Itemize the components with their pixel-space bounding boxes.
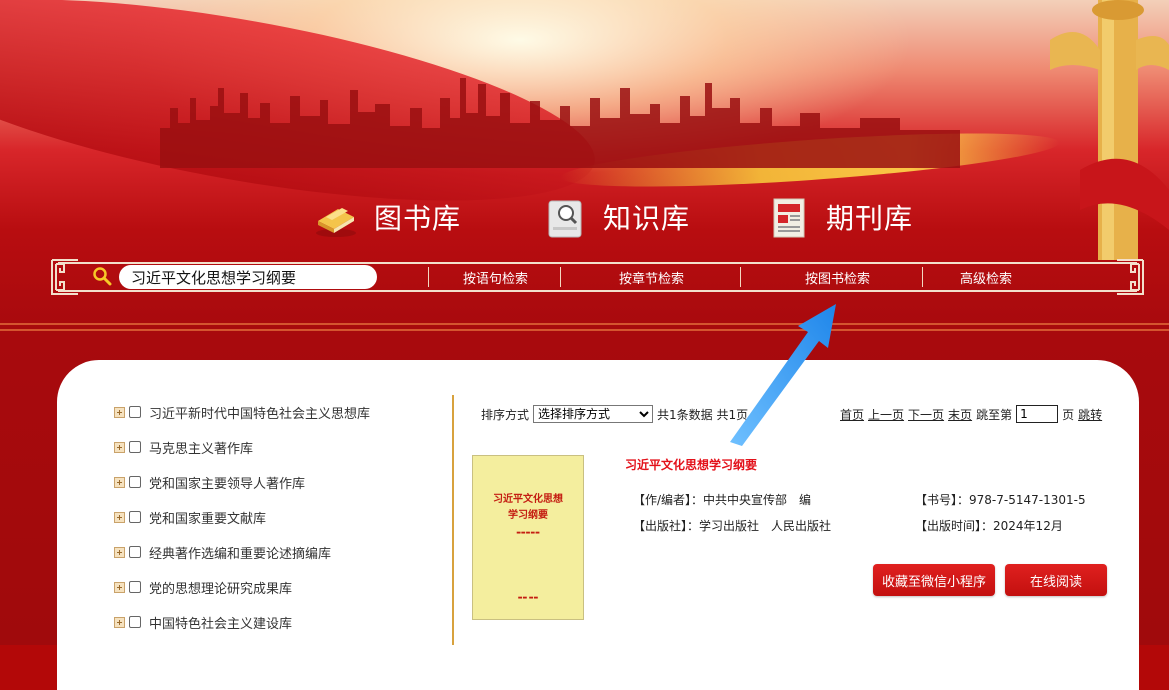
cover-author-mark: ▬▬▬▬▬ bbox=[516, 530, 540, 536]
category-knowledge[interactable]: 知识库 bbox=[541, 192, 690, 242]
category-journals[interactable]: 期刊库 bbox=[764, 192, 913, 242]
cover-title: 习近平文化思想 学习纲要 bbox=[473, 492, 583, 524]
expand-plus-icon[interactable] bbox=[114, 511, 125, 523]
expand-plus-icon[interactable] bbox=[114, 476, 125, 488]
frame-corner-ornament-left bbox=[51, 259, 78, 295]
pubdate-value: 2024年12月 bbox=[993, 519, 1063, 533]
tree-item[interactable]: 中国特色社会主义建设库 bbox=[114, 612, 292, 632]
search-mode-sentence[interactable]: 按语句检索 bbox=[463, 268, 528, 287]
tree-checkbox[interactable] bbox=[129, 406, 141, 418]
tree-item[interactable]: 经典著作选编和重要论述摘编库 bbox=[114, 542, 331, 562]
tree-item-label: 中国特色社会主义建设库 bbox=[149, 616, 293, 632]
huabiao-pillar-graphic bbox=[1050, 0, 1169, 260]
search-mode-book[interactable]: 按图书检索 bbox=[805, 268, 870, 287]
read-online-button[interactable]: 在线阅读 bbox=[1005, 564, 1107, 596]
first-page-link[interactable]: 首页 bbox=[840, 406, 864, 423]
book-author: 【作/编者】：中共中央宣传部 编 bbox=[633, 491, 811, 508]
tree-item-label: 习近平新时代中国特色社会主义思想库 bbox=[149, 406, 371, 422]
book-title-link[interactable]: 习近平文化思想学习纲要 bbox=[625, 456, 757, 473]
search-bar: 按语句检索 按章节检索 按图书检索 高级检索 bbox=[50, 258, 1145, 296]
search-mode-chapter[interactable]: 按章节检索 bbox=[619, 268, 684, 287]
expand-plus-icon[interactable] bbox=[114, 546, 125, 558]
tree-checkbox[interactable] bbox=[129, 476, 141, 488]
pubdate-label: 【出版时间】： bbox=[915, 519, 994, 533]
jump-link[interactable]: 跳转 bbox=[1078, 406, 1102, 423]
tree-checkbox[interactable] bbox=[129, 511, 141, 523]
cover-title-line: 学习纲要 bbox=[508, 510, 548, 521]
expand-plus-icon[interactable] bbox=[114, 406, 125, 418]
sort-toolbar: 排序方式 选择排序方式 共1条数据 共1页 bbox=[481, 405, 748, 423]
sort-label: 排序方式 bbox=[481, 407, 530, 422]
search-mode-divider bbox=[560, 267, 561, 287]
goto-prefix: 跳至第 bbox=[976, 407, 1013, 422]
expand-plus-icon[interactable] bbox=[114, 581, 125, 593]
book-cover[interactable]: 习近平文化思想 学习纲要 ▬▬▬▬▬ ▬▬ ▬▬ bbox=[472, 455, 584, 620]
book-icon bbox=[316, 208, 356, 237]
search-mode-divider bbox=[740, 267, 741, 287]
tree-checkbox[interactable] bbox=[129, 616, 141, 628]
book-pubdate: 【出版时间】：2024年12月 bbox=[915, 517, 1063, 534]
tree-item-label: 党和国家重要文献库 bbox=[149, 511, 267, 527]
tree-item[interactable]: 党的思想理论研究成果库 bbox=[114, 577, 292, 597]
prev-page-link[interactable]: 上一页 bbox=[868, 406, 904, 423]
tree-checkbox[interactable] bbox=[129, 546, 141, 558]
search-icon[interactable] bbox=[92, 266, 112, 286]
tree-item-label: 党和国家主要领导人著作库 bbox=[149, 476, 306, 492]
decorative-rule bbox=[0, 323, 1169, 325]
tree-item[interactable]: 习近平新时代中国特色社会主义思想库 bbox=[114, 402, 370, 422]
tree-checkbox[interactable] bbox=[129, 441, 141, 453]
search-mode-divider bbox=[922, 267, 923, 287]
collect-to-wechat-button[interactable]: 收藏至微信小程序 bbox=[873, 564, 995, 596]
column-divider bbox=[452, 395, 454, 645]
tree-item[interactable]: 马克思主义著作库 bbox=[114, 437, 253, 457]
frame-corner-ornament-right bbox=[1117, 259, 1144, 295]
search-mode-divider bbox=[428, 267, 429, 287]
cover-title-line: 习近平文化思想 bbox=[493, 494, 563, 505]
tree-item[interactable]: 党和国家主要领导人著作库 bbox=[114, 472, 305, 492]
isbn-label: 【书号】： bbox=[915, 493, 970, 507]
category-books-label: 图书库 bbox=[374, 202, 462, 235]
knowledge-search-icon bbox=[548, 200, 582, 238]
result-count: 共1条数据 共1页 bbox=[657, 407, 749, 422]
publisher-label: 【出版社】： bbox=[633, 519, 700, 533]
tree-checkbox[interactable] bbox=[129, 581, 141, 593]
tree-item-label: 党的思想理论研究成果库 bbox=[149, 581, 293, 597]
city-skyline-graphic bbox=[160, 78, 960, 168]
goto-suffix: 页 bbox=[1062, 407, 1075, 422]
category-books[interactable]: 图书库 bbox=[312, 192, 461, 242]
sort-select[interactable]: 选择排序方式 bbox=[533, 405, 654, 423]
isbn-value: 978-7-5147-1301-5 bbox=[969, 493, 1086, 507]
expand-plus-icon[interactable] bbox=[114, 616, 125, 628]
author-label: 【作/编者】： bbox=[633, 493, 704, 507]
book-isbn: 【书号】：978-7-5147-1301-5 bbox=[915, 491, 1086, 508]
book-publisher: 【出版社】：学习出版社 人民出版社 bbox=[633, 517, 831, 534]
pagination: 首页 上一页 下一页 末页 跳至第 页 跳转 bbox=[840, 405, 1106, 423]
category-knowledge-label: 知识库 bbox=[603, 202, 691, 235]
tree-item-label: 马克思主义著作库 bbox=[149, 441, 254, 457]
page-number-input[interactable] bbox=[1016, 405, 1059, 423]
category-journals-label: 期刊库 bbox=[826, 202, 914, 235]
tree-item[interactable]: 党和国家重要文献库 bbox=[114, 507, 266, 527]
cover-publisher-mark: ▬▬ ▬▬ bbox=[517, 595, 539, 601]
decorative-rule bbox=[0, 329, 1169, 331]
expand-plus-icon[interactable] bbox=[114, 441, 125, 453]
author-value: 中共中央宣传部 编 bbox=[703, 493, 812, 507]
next-page-link[interactable]: 下一页 bbox=[908, 406, 944, 423]
search-input[interactable] bbox=[119, 265, 377, 289]
tree-item-label: 经典著作选编和重要论述摘编库 bbox=[149, 546, 332, 562]
last-page-link[interactable]: 末页 bbox=[948, 406, 972, 423]
journal-icon bbox=[773, 198, 805, 238]
search-mode-advanced[interactable]: 高级检索 bbox=[960, 268, 1012, 287]
publisher-value: 学习出版社 人民出版社 bbox=[699, 519, 832, 533]
